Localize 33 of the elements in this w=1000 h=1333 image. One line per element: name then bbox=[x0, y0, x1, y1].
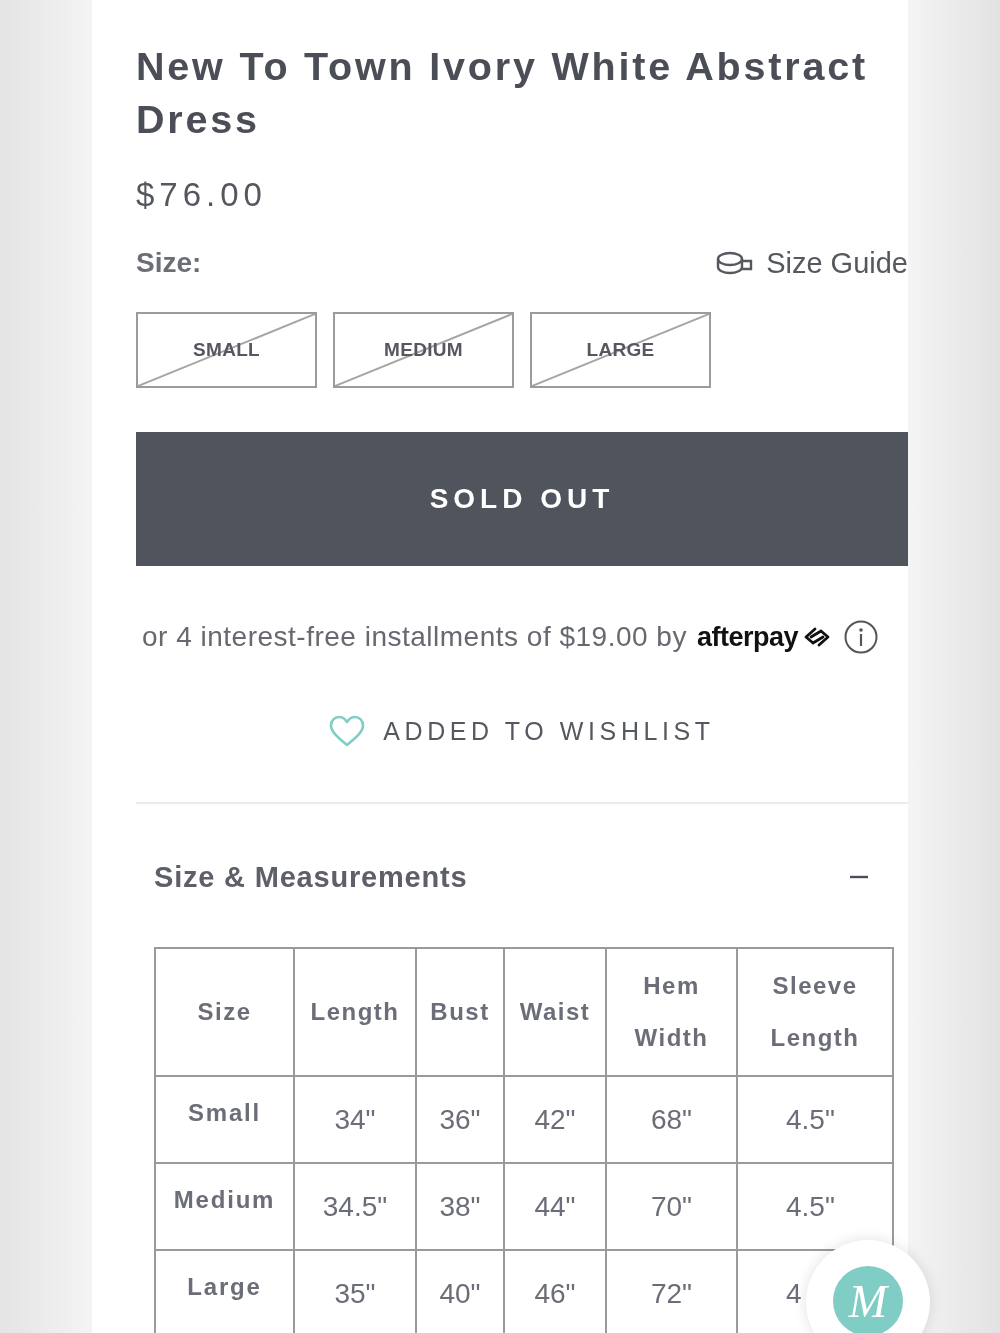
table-cell: 36" bbox=[416, 1076, 504, 1163]
table-cell: 42" bbox=[504, 1076, 606, 1163]
table-cell: 68" bbox=[606, 1076, 737, 1163]
size-label: Size: bbox=[136, 247, 202, 279]
size-option[interactable]: MEDIUM bbox=[333, 312, 514, 388]
installments-text: or 4 interest-free installments of $19.00 by bbox=[142, 621, 687, 653]
tape-measure-icon bbox=[716, 251, 755, 275]
afterpay-logo-text: afterpay bbox=[696, 621, 798, 653]
column-header: Sleeve Length bbox=[737, 948, 893, 1076]
table-cell: 70" bbox=[606, 1163, 737, 1250]
table-cell: Small bbox=[155, 1076, 294, 1163]
info-icon[interactable] bbox=[844, 620, 878, 654]
table-cell: 34" bbox=[294, 1076, 416, 1163]
table-cell: 4.5" bbox=[737, 1076, 893, 1163]
loop-arrows-icon bbox=[802, 626, 832, 648]
wishlist-button[interactable]: ADDED TO WISHLIST bbox=[383, 716, 715, 746]
product-price: $76.00 bbox=[136, 175, 267, 215]
table-cell: 44" bbox=[504, 1163, 606, 1250]
table-cell: 34.5" bbox=[294, 1163, 416, 1250]
size-option[interactable]: SMALL bbox=[136, 312, 317, 388]
table-cell: Medium bbox=[155, 1163, 294, 1250]
column-header: Size bbox=[155, 948, 294, 1076]
column-header: Bust bbox=[416, 948, 504, 1076]
column-header: Waist bbox=[504, 948, 606, 1076]
size-guide-link[interactable]: Size Guide bbox=[766, 246, 908, 280]
accordion-title[interactable]: Size & Measurements bbox=[154, 860, 468, 894]
column-header: Length bbox=[294, 948, 416, 1076]
column-header: Hem Width bbox=[606, 948, 737, 1076]
sold-out-button[interactable]: SOLD OUT bbox=[136, 432, 908, 566]
table-cell: Large bbox=[155, 1250, 294, 1333]
product-title: New To Town Ivory White Abstract Dress bbox=[136, 43, 869, 143]
table-cell: 38" bbox=[416, 1163, 504, 1250]
size-option[interactable]: LARGE bbox=[530, 312, 711, 388]
